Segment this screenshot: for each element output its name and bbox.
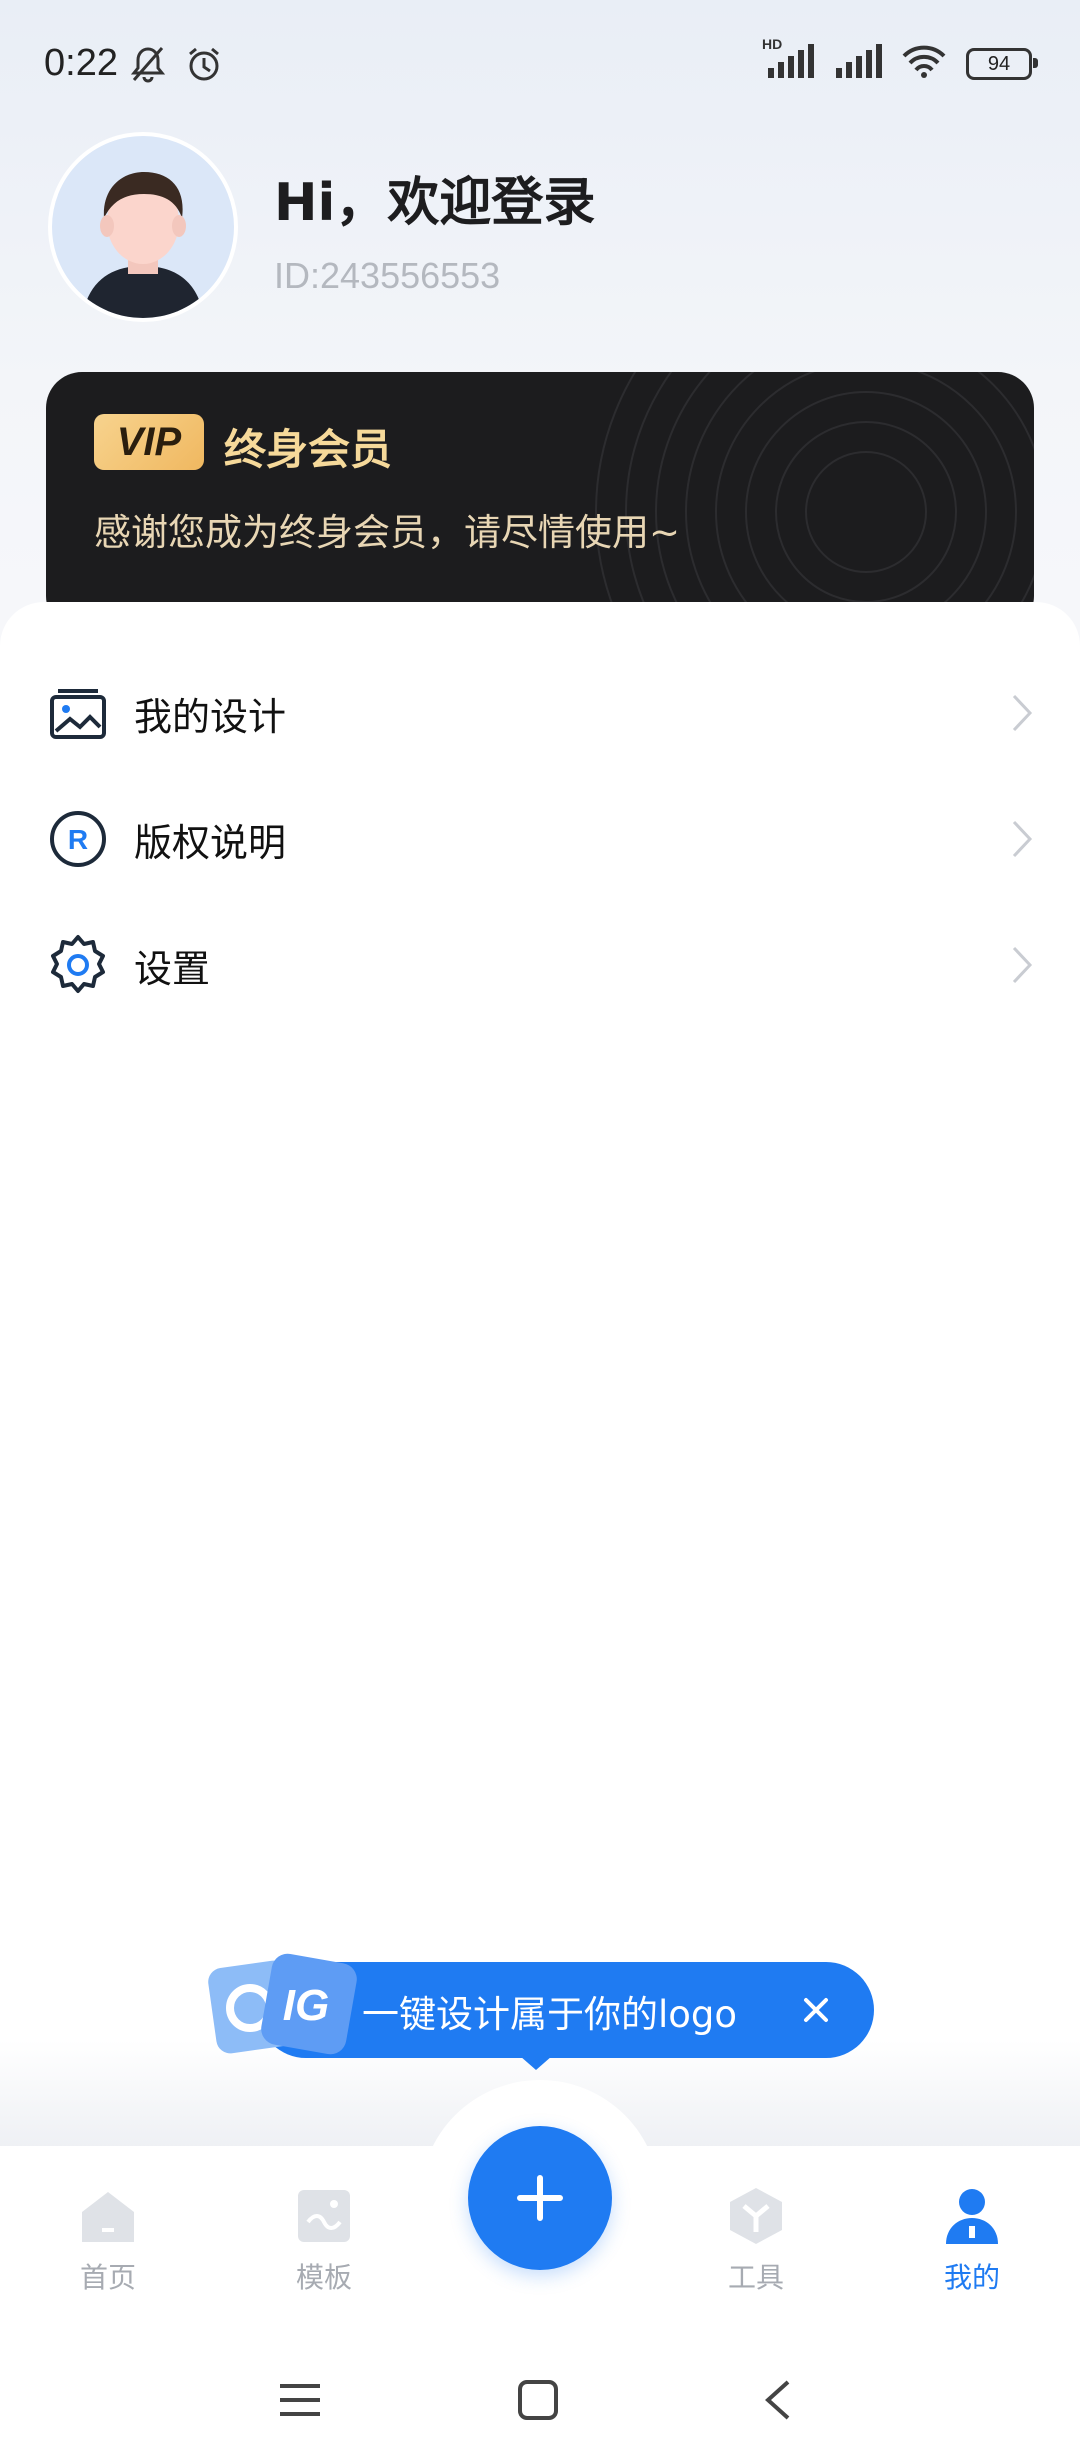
tools-icon	[730, 2188, 782, 2244]
menu-item-copyright[interactable]: R 版权说明	[0, 776, 1080, 902]
home-square-icon[interactable]	[508, 2370, 568, 2430]
alarm-icon	[184, 44, 224, 88]
chevron-right-icon	[1012, 946, 1033, 984]
nav-item-templates[interactable]: 模板	[244, 2186, 404, 2296]
silent-bell-icon	[128, 44, 168, 88]
content-sheet: 我的设计 R 版权说明 设置	[0, 602, 1080, 2150]
vip-description: 感谢您成为终身会员，请尽情使用~	[94, 511, 681, 554]
profile-icon	[946, 2189, 998, 2244]
nav-label: 首页	[79, 2261, 136, 2294]
avatar[interactable]	[48, 132, 238, 322]
signal-icon	[832, 44, 882, 84]
home-icon	[82, 2192, 134, 2242]
menu-item-label: 版权说明	[134, 820, 287, 865]
nav-label: 我的	[943, 2261, 1000, 2294]
svg-text:R: R	[68, 824, 88, 855]
wifi-icon	[900, 44, 948, 84]
chevron-right-icon	[1012, 694, 1033, 732]
nav-item-home[interactable]: 首页	[28, 2186, 188, 2296]
chevron-right-icon	[1012, 820, 1033, 858]
battery-icon: 94	[966, 48, 1038, 80]
nav-item-mine[interactable]: 我的	[892, 2186, 1052, 2296]
menu-item-label: 设置	[134, 946, 211, 991]
battery-level: 94	[987, 52, 1011, 75]
svg-text:IG: IG	[283, 1981, 329, 2030]
create-button[interactable]	[468, 2126, 612, 2270]
greeting-title[interactable]: Hi，欢迎登录	[274, 160, 595, 235]
menu-item-settings[interactable]: 设置	[0, 902, 1080, 1028]
nav-label: 模板	[295, 2261, 352, 2294]
image-gallery-icon	[46, 681, 110, 745]
vip-title: 终身会员	[224, 425, 393, 474]
back-icon[interactable]	[748, 2370, 808, 2430]
signal-icon: HD	[762, 36, 814, 84]
nav-label: 工具	[727, 2261, 784, 2294]
status-time: 0:22	[44, 42, 118, 84]
hd-label: HD	[762, 36, 783, 52]
plus-icon	[517, 2175, 563, 2221]
menu-item-label: 我的设计	[134, 694, 287, 739]
status-left-icons	[128, 44, 224, 88]
close-icon[interactable]	[788, 1982, 844, 2038]
user-id: ID:243556553	[274, 255, 501, 296]
menu-item-my-designs[interactable]: 我的设计	[0, 650, 1080, 776]
menu-icon[interactable]	[270, 2370, 330, 2430]
status-right-icons: HD 94	[762, 36, 1038, 84]
nav-item-tools[interactable]: 工具	[676, 2186, 836, 2296]
logo-cards-icon: IG	[208, 1953, 357, 2055]
template-icon	[298, 2190, 350, 2242]
vip-card[interactable]: VIP 终身会员 感谢您成为终身会员，请尽情使用~	[46, 372, 1034, 632]
promo-text: 一键设计属于你的logo	[362, 1993, 738, 2036]
promo-tail	[520, 2056, 552, 2070]
gear-icon	[46, 933, 110, 997]
vip-badge: VIP	[94, 414, 204, 470]
registered-icon: R	[46, 807, 110, 871]
